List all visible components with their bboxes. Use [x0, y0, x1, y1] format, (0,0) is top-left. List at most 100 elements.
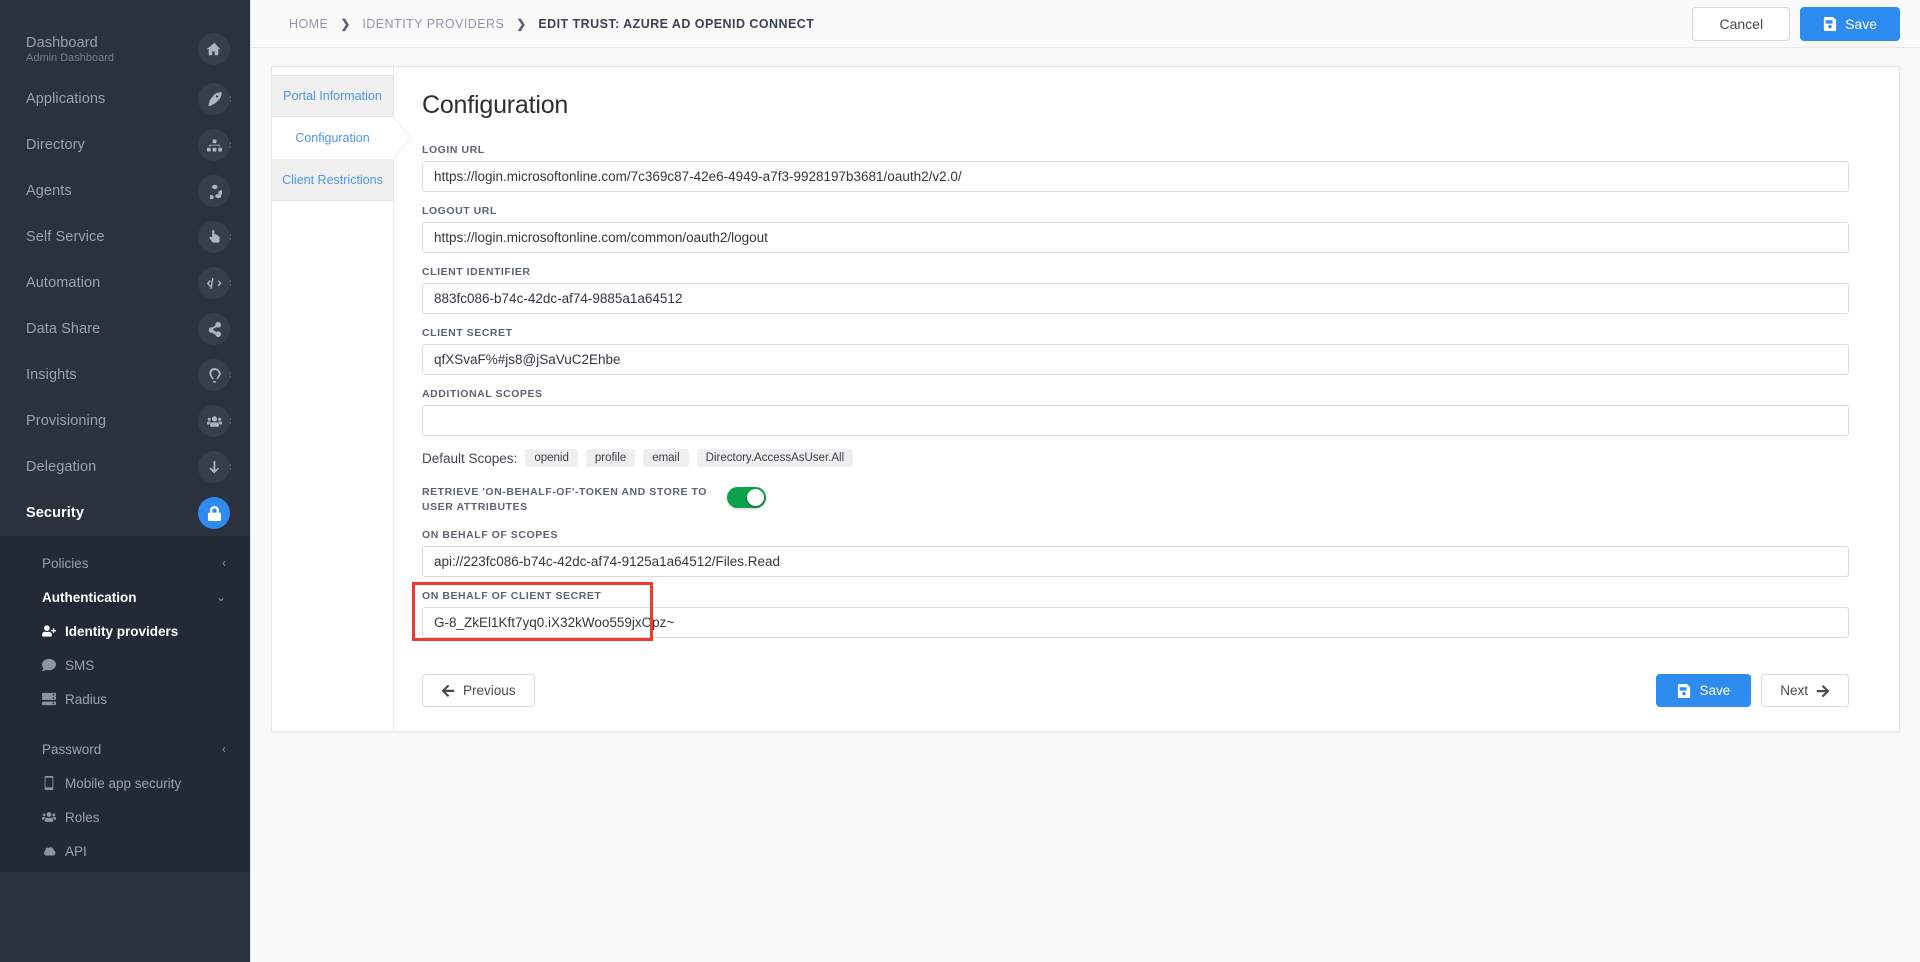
additional-scopes-input[interactable]: [422, 405, 1849, 436]
sidebar-item-label: Directory: [26, 137, 85, 153]
field-logout-url: LOGOUT URL: [422, 205, 1849, 253]
sidebar-item-self-service[interactable]: Self Service ‹: [0, 214, 250, 260]
default-scopes-label: Default Scopes:: [422, 450, 518, 466]
cubes-icon: [198, 175, 230, 207]
save-button[interactable]: Save: [1800, 6, 1900, 41]
mobile-icon: [42, 776, 58, 790]
field-label: CLIENT SECRET: [422, 327, 513, 339]
sidebar-item-label: Insights: [26, 367, 77, 383]
arrow-right-icon: [1816, 685, 1830, 698]
login-url-input[interactable]: [422, 161, 1849, 192]
on-behalf-of-client-secret-input[interactable]: [422, 607, 1849, 639]
field-client-identifier: CLIENT IDENTIFIER: [422, 266, 1849, 314]
sidebar-subitem-policies[interactable]: Policies ‹: [0, 546, 250, 580]
previous-button[interactable]: Previous: [422, 674, 535, 708]
on-behalf-of-toggle-row: RETRIEVE 'ON-BEHALF-OF'-TOKEN AND STORE …: [422, 485, 1849, 515]
sidebar-submenu-security: Policies ‹ Authentication ⌄ Identity pro…: [0, 536, 250, 872]
arrow-turn-down-icon: [198, 451, 230, 483]
on-behalf-of-toggle[interactable]: [727, 487, 766, 508]
home-icon: [198, 33, 230, 65]
field-label: LOGOUT URL: [422, 205, 497, 217]
sidebar-item-insights[interactable]: Insights ‹: [0, 352, 250, 398]
sidebar-item-label: SMS: [65, 657, 95, 673]
lightbulb-icon: [198, 359, 230, 391]
sidebar-item-agents[interactable]: Agents: [0, 168, 250, 214]
sidebar-item-label: Mobile app security: [65, 775, 182, 791]
sidebar-item-data-share[interactable]: Data Share: [0, 306, 250, 352]
sidebar-item-radius[interactable]: Radius: [0, 682, 250, 716]
sidebar-subitem-label: Policies: [42, 555, 89, 571]
arrow-left-icon: [441, 684, 455, 697]
cancel-button[interactable]: Cancel: [1692, 6, 1791, 41]
page-title: Configuration: [422, 91, 569, 119]
chevron-right-icon: ❯: [340, 16, 351, 31]
client-identifier-input[interactable]: [422, 283, 1849, 314]
on-behalf-of-scopes-input[interactable]: [422, 546, 1849, 578]
sidebar-item-label: Security: [26, 505, 85, 521]
sidebar: Dashboard Admin Dashboard Applications ‹…: [0, 0, 250, 962]
field-on-behalf-of-client-secret: ON BEHALF OF CLIENT SECRET: [412, 582, 1849, 642]
configuration-card: Portal Information Configuration Client …: [271, 66, 1900, 733]
sidebar-item-label: Roles: [65, 809, 100, 825]
tab-column: Portal Information Configuration Client …: [272, 67, 394, 732]
field-additional-scopes: ADDITIONAL SCOPES: [422, 388, 1849, 436]
tab-configuration[interactable]: Configuration: [272, 117, 393, 159]
sidebar-item-security[interactable]: Security ⌄: [0, 490, 250, 536]
sidebar-item-mobile-app-security[interactable]: Mobile app security: [0, 766, 250, 800]
top-bar: HOME ❯ IDENTITY PROVIDERS ❯ EDIT TRUST: …: [251, 0, 1920, 48]
tab-portal-information[interactable]: Portal Information: [272, 75, 393, 117]
sidebar-item-label: Self Service: [26, 229, 105, 245]
scope-chip: Directory.AccessAsUser.All: [696, 449, 854, 467]
sidebar-subitem-label: Authentication: [42, 589, 137, 605]
sidebar-item-label: Automation: [26, 275, 101, 291]
default-scopes-row: Default Scopes: openid profile email Dir…: [422, 449, 1849, 467]
sidebar-item-label: Provisioning: [26, 413, 107, 429]
chevron-down-icon: ⌄: [215, 590, 226, 604]
chevron-left-icon: ‹: [222, 742, 226, 756]
next-button-label: Next: [1780, 683, 1808, 699]
breadcrumb-identity-providers[interactable]: IDENTITY PROVIDERS: [362, 17, 504, 31]
sidebar-item-directory[interactable]: Directory ‹: [0, 122, 250, 168]
logout-url-input[interactable]: [422, 222, 1849, 253]
next-button[interactable]: Next: [1761, 674, 1849, 708]
sidebar-subitem-password[interactable]: Password ‹: [0, 732, 250, 766]
hand-pointer-icon: [198, 221, 230, 253]
form-footer-actions: Save Next: [1656, 674, 1849, 708]
sidebar-item-applications[interactable]: Applications ‹: [0, 76, 250, 122]
sidebar-item-label: API: [65, 843, 87, 859]
form-save-button-label: Save: [1699, 683, 1731, 699]
chevron-right-icon: ❯: [516, 16, 527, 31]
main-area: HOME ❯ IDENTITY PROVIDERS ❯ EDIT TRUST: …: [250, 0, 1920, 962]
sidebar-item-api[interactable]: API: [0, 834, 250, 868]
tab-client-restrictions[interactable]: Client Restrictions: [272, 159, 393, 201]
sidebar-subitem-authentication[interactable]: Authentication ⌄: [0, 580, 250, 614]
share-icon: [198, 313, 230, 345]
cloud-icon: [42, 844, 58, 858]
form-footer: Previous Save Next: [422, 674, 1849, 731]
breadcrumb-home[interactable]: HOME: [289, 17, 328, 31]
lock-icon: [198, 497, 230, 529]
sidebar-item-identity-providers[interactable]: Identity providers: [0, 614, 250, 648]
client-secret-input[interactable]: [422, 344, 1849, 375]
sidebar-item-roles[interactable]: Roles: [0, 800, 250, 834]
previous-button-label: Previous: [463, 683, 516, 699]
sidebar-item-sms[interactable]: SMS: [0, 648, 250, 682]
sidebar-item-label: Delegation: [26, 459, 97, 475]
sidebar-subitem-label: Password: [42, 741, 102, 757]
sidebar-item-provisioning[interactable]: Provisioning ‹: [0, 398, 250, 444]
save-button-label: Save: [1845, 15, 1877, 32]
form-save-button[interactable]: Save: [1656, 674, 1752, 708]
sidebar-item-dashboard[interactable]: Dashboard Admin Dashboard: [0, 22, 250, 76]
scope-chip: openid: [525, 449, 578, 467]
configuration-form: Configuration LOGIN URL LOGOUT URL CLIEN…: [394, 67, 1899, 731]
field-label: ON BEHALF OF CLIENT SECRET: [422, 590, 602, 603]
field-label: ON BEHALF OF SCOPES: [422, 529, 558, 542]
scope-chip: profile: [585, 449, 636, 467]
save-disk-icon: [1678, 683, 1691, 698]
code-icon: [198, 267, 230, 299]
sidebar-item-automation[interactable]: Automation ‹: [0, 260, 250, 306]
top-bar-actions: Cancel Save: [1692, 6, 1900, 41]
sidebar-item-delegation[interactable]: Delegation ‹: [0, 444, 250, 490]
save-disk-icon: [1823, 16, 1837, 31]
scope-chip: email: [643, 449, 689, 467]
